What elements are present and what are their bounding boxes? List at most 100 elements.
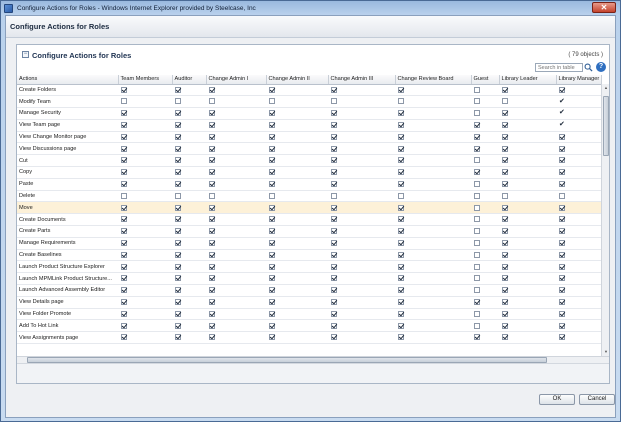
permission-checkbox[interactable] — [269, 228, 275, 235]
permission-checkbox[interactable] — [398, 275, 404, 282]
permission-checkbox[interactable] — [502, 287, 508, 294]
permission-checkbox[interactable] — [474, 181, 480, 188]
permission-checkbox[interactable] — [121, 299, 127, 305]
permission-checkbox[interactable] — [121, 287, 127, 294]
permission-checkbox[interactable] — [175, 299, 181, 305]
permission-checkbox[interactable] — [269, 110, 275, 117]
permission-checkbox[interactable] — [209, 204, 215, 211]
permission-checkbox[interactable] — [331, 192, 337, 199]
permission-checkbox[interactable] — [502, 216, 508, 223]
permission-checkbox[interactable] — [331, 275, 337, 282]
permission-checkbox[interactable] — [502, 86, 508, 93]
column-header[interactable]: Auditor — [172, 75, 207, 85]
column-header[interactable]: Actions — [17, 75, 119, 85]
permission-checkbox[interactable] — [121, 86, 127, 93]
permission-checkbox[interactable] — [398, 287, 404, 294]
permission-checkbox[interactable] — [398, 133, 404, 140]
ok-button[interactable]: OK — [539, 394, 575, 405]
permission-checkbox[interactable] — [398, 322, 404, 329]
permission-checkbox[interactable] — [502, 204, 508, 211]
permission-checkbox[interactable] — [559, 145, 565, 152]
permission-checkbox[interactable] — [331, 299, 337, 305]
column-header[interactable]: Guest — [471, 75, 500, 85]
permission-checkbox[interactable] — [121, 334, 127, 341]
permission-checkbox[interactable] — [331, 204, 337, 211]
permission-checkbox[interactable] — [474, 240, 480, 247]
permission-checkbox[interactable] — [175, 334, 181, 341]
permission-checkbox[interactable] — [121, 263, 127, 270]
permission-checkbox[interactable] — [121, 322, 127, 329]
permission-checkbox[interactable] — [502, 263, 508, 270]
permission-checkbox[interactable] — [502, 122, 508, 129]
permission-checkbox[interactable] — [175, 133, 181, 140]
permission-checkbox[interactable] — [209, 216, 215, 223]
permission-checkbox[interactable] — [175, 181, 181, 188]
permission-checkbox[interactable] — [209, 240, 215, 247]
permission-checkbox[interactable] — [269, 334, 275, 341]
permission-checkbox[interactable] — [121, 310, 127, 317]
permission-checkbox[interactable] — [175, 251, 181, 258]
permission-checkbox[interactable] — [209, 110, 215, 117]
permission-checkbox[interactable] — [502, 275, 508, 282]
permission-checkbox[interactable] — [269, 169, 275, 176]
permission-checkbox[interactable] — [121, 204, 127, 211]
permission-checkbox[interactable] — [398, 216, 404, 223]
column-header[interactable]: Change Admin II — [266, 75, 329, 85]
permission-checkbox[interactable] — [398, 251, 404, 258]
permission-checkbox[interactable] — [331, 287, 337, 294]
close-window-button[interactable]: ✕ — [592, 2, 616, 13]
permission-checkbox[interactable] — [474, 157, 480, 164]
permission-checkbox[interactable] — [269, 86, 275, 93]
permission-checkbox[interactable] — [559, 181, 565, 188]
permission-checkbox[interactable] — [398, 240, 404, 247]
scroll-up-icon[interactable]: ▲ — [603, 85, 609, 91]
permission-checkbox[interactable] — [559, 169, 565, 176]
permission-checkbox[interactable] — [175, 216, 181, 223]
permission-checkbox[interactable] — [331, 145, 337, 152]
permission-checkbox[interactable] — [175, 145, 181, 152]
permission-checkbox[interactable] — [474, 299, 480, 305]
permission-checkbox[interactable] — [121, 133, 127, 140]
permission-checkbox[interactable] — [474, 122, 480, 129]
permission-checkbox[interactable] — [269, 299, 275, 305]
permission-checkbox[interactable] — [209, 251, 215, 258]
permission-checkbox[interactable] — [269, 216, 275, 223]
permission-checkbox[interactable] — [209, 98, 215, 105]
permission-checkbox[interactable] — [331, 322, 337, 329]
permission-checkbox[interactable] — [209, 310, 215, 317]
permission-checkbox[interactable] — [559, 133, 565, 140]
horizontal-scrollbar[interactable] — [17, 356, 609, 363]
permission-checkbox[interactable] — [331, 181, 337, 188]
permission-checkbox[interactable] — [502, 334, 508, 341]
permission-checkbox[interactable] — [175, 110, 181, 117]
permission-checkbox[interactable] — [398, 263, 404, 270]
permission-checkbox[interactable] — [209, 263, 215, 270]
permission-checkbox[interactable] — [121, 181, 127, 188]
permission-checkbox[interactable] — [398, 228, 404, 235]
permission-checkbox[interactable] — [502, 228, 508, 235]
permission-checkbox[interactable] — [559, 228, 565, 235]
permission-checkbox[interactable] — [398, 310, 404, 317]
permission-checkbox[interactable] — [269, 157, 275, 164]
scroll-down-icon[interactable]: ▼ — [603, 349, 609, 355]
permission-checkbox[interactable] — [474, 110, 480, 117]
permission-checkbox[interactable] — [559, 322, 565, 329]
permission-checkbox[interactable] — [209, 157, 215, 164]
permission-checkbox[interactable] — [175, 263, 181, 270]
column-header[interactable]: Change Admin I — [206, 75, 267, 85]
permission-checkbox[interactable] — [209, 192, 215, 199]
permission-checkbox[interactable] — [121, 110, 127, 117]
permission-checkbox[interactable] — [398, 334, 404, 341]
permission-checkbox[interactable] — [559, 251, 565, 258]
permission-checkbox[interactable] — [175, 240, 181, 247]
permission-checkbox[interactable] — [175, 322, 181, 329]
permission-checkbox[interactable] — [209, 299, 215, 305]
permission-checkbox[interactable] — [331, 216, 337, 223]
vertical-scroll-thumb[interactable] — [603, 96, 609, 156]
permission-checkbox[interactable] — [502, 98, 508, 105]
permission-checkbox[interactable] — [398, 299, 404, 305]
permission-checkbox[interactable] — [331, 263, 337, 270]
collapse-icon[interactable]: − — [22, 51, 29, 58]
permission-checkbox[interactable] — [121, 275, 127, 282]
permission-checkbox[interactable] — [121, 251, 127, 258]
